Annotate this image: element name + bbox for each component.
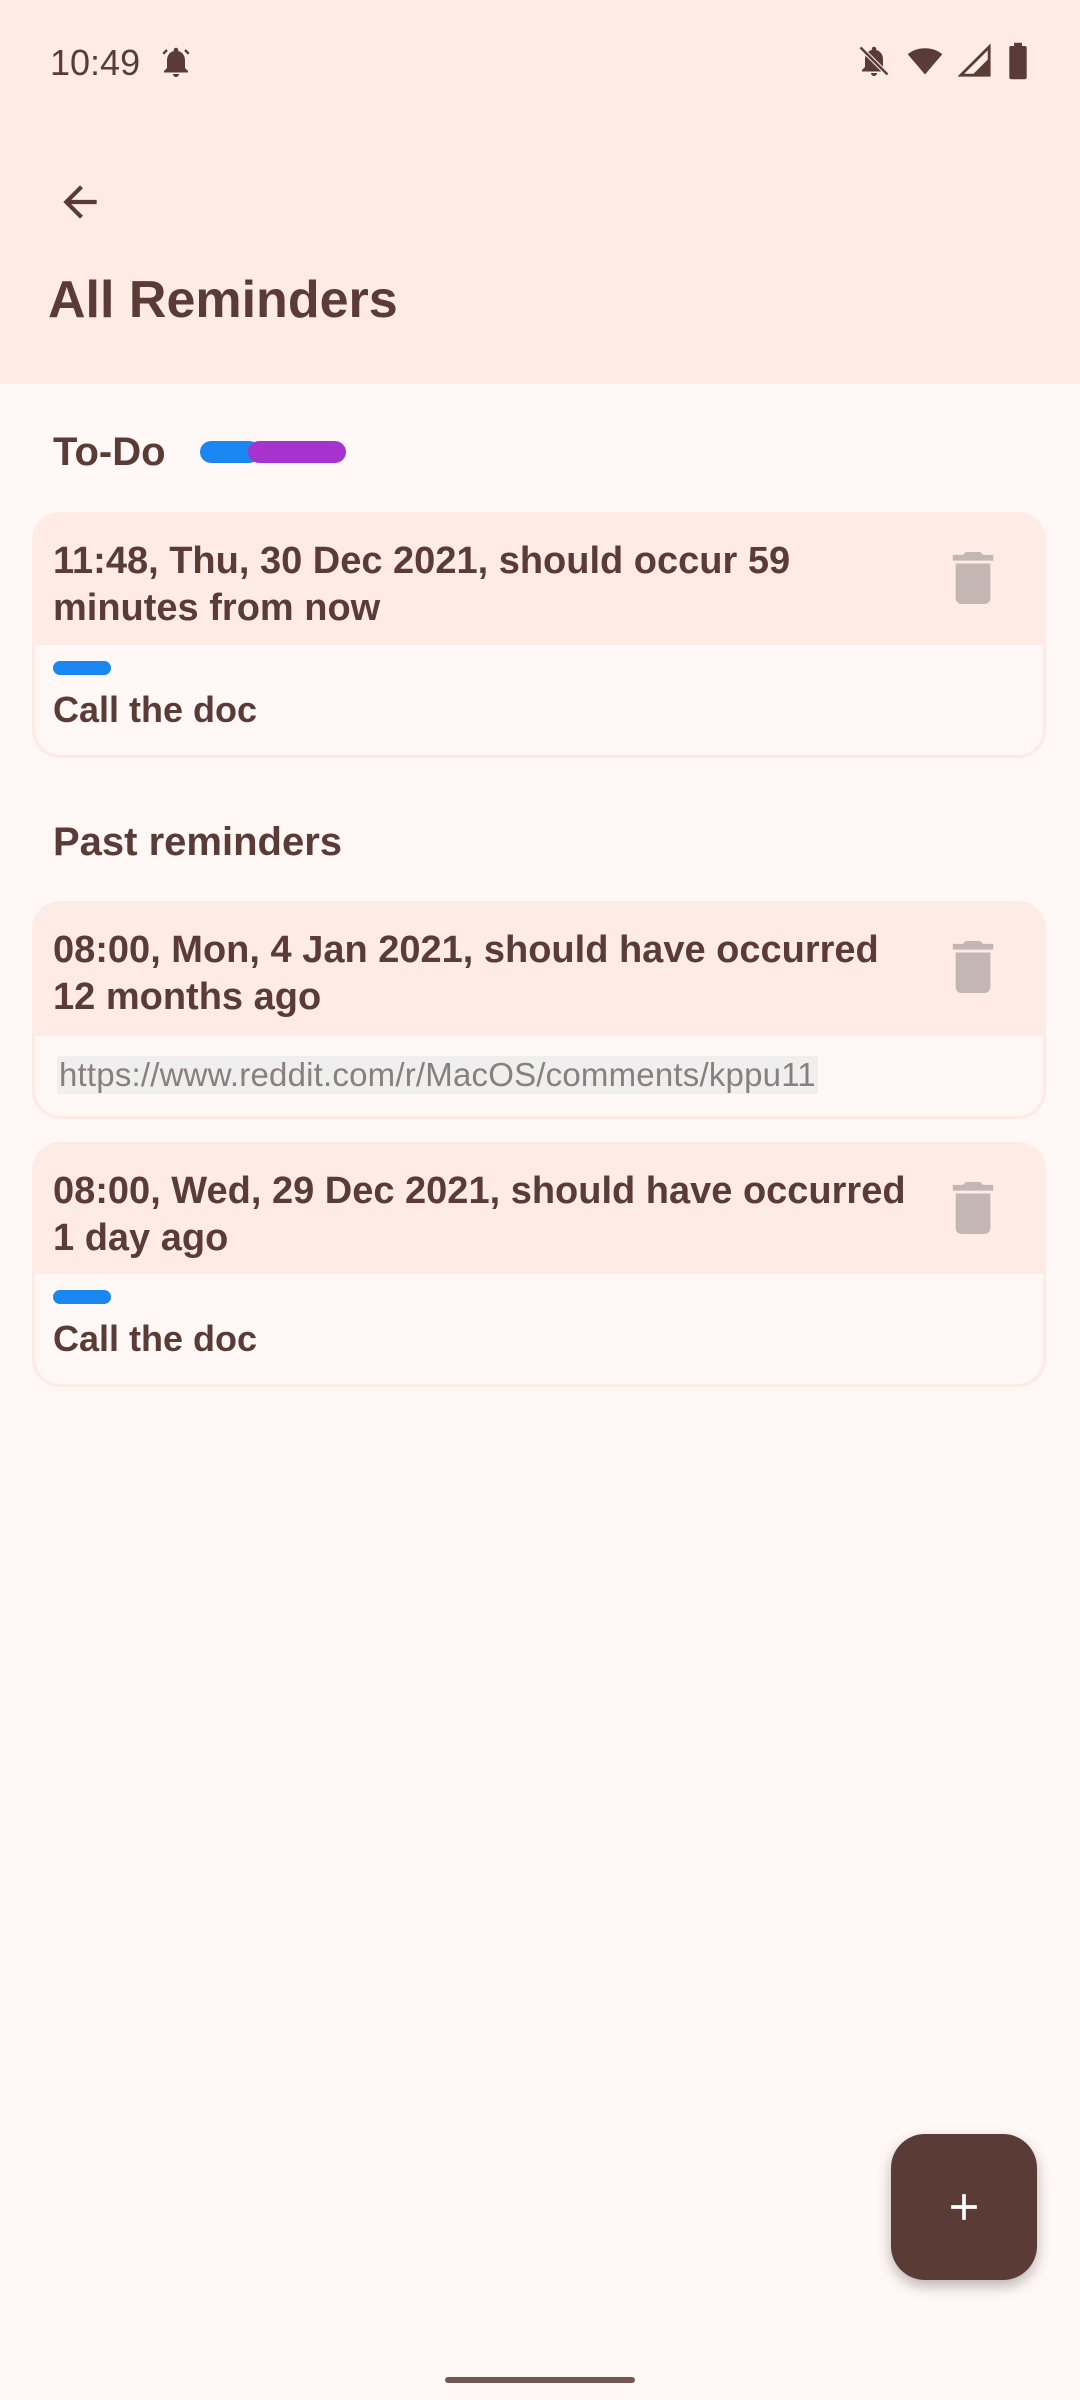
reminder-title: 11:48, Thu, 30 Dec 2021, should occur 59…	[53, 540, 791, 629]
page-title: All Reminders	[48, 271, 398, 329]
plus-icon	[951, 2194, 977, 2220]
reminder-note: Call the doc	[53, 689, 258, 730]
section-header-todo: To-Do	[53, 430, 166, 474]
reminder-note-area: https://www.reddit.com/r/MacOS/comments/…	[35, 1036, 1043, 1116]
reminder-title: 08:00, Mon, 4 Jan 2021, should have occu…	[53, 929, 879, 1018]
signal-icon	[958, 43, 992, 79]
battery-icon	[1006, 42, 1030, 80]
alarm-icon	[158, 44, 194, 80]
delete-icon[interactable]	[952, 1182, 994, 1234]
reminder-card[interactable]: 08:00, Mon, 4 Jan 2021, should have occu…	[32, 901, 1046, 1119]
status-icons	[856, 42, 1030, 80]
note-tag-blue	[53, 1290, 111, 1304]
tag-purple	[248, 441, 346, 463]
delete-icon[interactable]	[952, 941, 994, 993]
reminder-link[interactable]: https://www.reddit.com/r/MacOS/comments/…	[57, 1056, 818, 1094]
reminder-card[interactable]: 08:00, Wed, 29 Dec 2021, should have occ…	[32, 1142, 1046, 1387]
reminder-note-area: Call the doc	[35, 1274, 1043, 1384]
arrow-back-icon	[63, 185, 97, 219]
wifi-icon	[906, 43, 944, 79]
gesture-nav-handle[interactable]	[445, 2377, 635, 2383]
reminder-note: Call the doc	[53, 1318, 258, 1359]
reminder-note-area: Call the doc	[35, 645, 1043, 755]
status-time: 10:49	[50, 42, 141, 83]
section-header-past: Past reminders	[53, 820, 343, 864]
add-reminder-button[interactable]	[891, 2134, 1037, 2280]
back-button[interactable]	[48, 170, 112, 234]
mute-icon	[856, 43, 892, 79]
reminder-title: 08:00, Wed, 29 Dec 2021, should have occ…	[53, 1170, 906, 1259]
top-app-bar: 10:49 All Reminders	[0, 0, 1080, 384]
todo-tag-indicator	[200, 441, 346, 463]
delete-icon[interactable]	[952, 552, 994, 604]
reminder-card[interactable]: 11:48, Thu, 30 Dec 2021, should occur 59…	[32, 512, 1046, 758]
note-tag-blue	[53, 661, 111, 675]
